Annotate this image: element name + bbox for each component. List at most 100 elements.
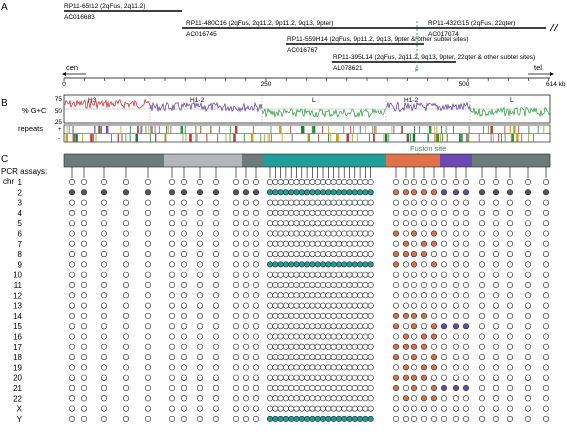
pcr-result	[420, 179, 427, 186]
pcr-result	[367, 323, 374, 330]
clone-5: RP11-395L14 (2qFus, 2q11.2, 9q13, 9pter,…	[332, 54, 535, 72]
repeat-bar	[150, 126, 152, 134]
pcr-result	[288, 261, 295, 268]
pcr-result	[492, 405, 499, 412]
pcr-result	[288, 281, 295, 288]
pcr-result	[319, 271, 326, 278]
pcr-result	[309, 374, 316, 381]
pcr-result	[181, 395, 188, 402]
pcr-result	[410, 292, 417, 299]
pcr-result	[213, 240, 220, 247]
pcr-result	[478, 251, 485, 258]
chromosome-label: 12	[13, 291, 22, 300]
pcr-result	[351, 374, 358, 381]
pcr-result	[69, 281, 76, 288]
pcr-result	[410, 179, 417, 186]
pcr-result	[330, 354, 337, 361]
pcr-result	[282, 209, 289, 216]
pcr-result	[309, 199, 316, 206]
pcr-result	[330, 395, 337, 402]
pcr-result	[542, 281, 549, 288]
pcr-result	[492, 395, 499, 402]
pcr-result	[341, 364, 348, 371]
pcr-result	[181, 384, 188, 391]
pcr-result	[351, 292, 358, 299]
pcr-result	[233, 312, 240, 319]
pcr-result	[478, 312, 485, 319]
pcr-result	[243, 405, 250, 412]
pcr-result	[272, 261, 279, 268]
pcr-result	[367, 364, 374, 371]
chromosome-label: 9	[18, 260, 23, 269]
scale-axis: cen tel 0 250 500 614 kb	[62, 63, 566, 88]
pcr-result	[452, 230, 459, 237]
pcr-result	[145, 333, 152, 340]
repeat-bar	[318, 134, 319, 142]
pcr-result	[325, 364, 332, 371]
pcr-result	[272, 395, 279, 402]
pcr-result	[420, 199, 427, 206]
pcr-result	[293, 209, 300, 216]
pcr-result	[181, 209, 188, 216]
pcr-result	[298, 240, 305, 247]
pcr-result	[357, 374, 364, 381]
pcr-result	[298, 271, 305, 278]
pcr-result	[341, 302, 348, 309]
repeat-bar	[167, 126, 169, 134]
pcr-result	[253, 230, 260, 237]
pcr-result	[430, 251, 437, 258]
pcr-result	[440, 209, 447, 216]
repeat-bar	[440, 134, 441, 142]
pcr-result	[253, 179, 260, 186]
pcr-result	[351, 395, 358, 402]
pcr-result	[314, 240, 321, 247]
pcr-result	[346, 292, 353, 299]
pcr-result	[420, 354, 427, 361]
pcr-result	[392, 312, 399, 319]
pcr-result	[430, 302, 437, 309]
repeat-bar	[151, 126, 152, 134]
pcr-result	[492, 343, 499, 350]
repeat-bar	[149, 134, 151, 142]
pcr-result	[197, 220, 204, 227]
pcr-result	[243, 240, 250, 247]
chr-label: chr	[3, 177, 14, 186]
pcr-result	[462, 312, 469, 319]
pcr-result	[233, 189, 240, 196]
pcr-result	[309, 312, 316, 319]
pcr-result	[253, 395, 260, 402]
pcr-result	[81, 261, 88, 268]
pcr-result	[362, 220, 369, 227]
pcr-result	[335, 405, 342, 412]
pcr-result	[293, 261, 300, 268]
pcr-result	[351, 343, 358, 350]
pcr-result	[420, 281, 427, 288]
clone-5-accession: AL078621	[333, 65, 363, 72]
pcr-result	[304, 364, 311, 371]
pcr-result	[309, 364, 316, 371]
pcr-result	[145, 281, 152, 288]
pcr-result	[319, 179, 326, 186]
pcr-result	[298, 199, 305, 206]
pcr-result	[542, 261, 549, 268]
pcr-result	[288, 292, 295, 299]
pcr-result	[293, 384, 300, 391]
pcr-result	[367, 312, 374, 319]
pcr-result	[298, 302, 305, 309]
pcr-result	[430, 209, 437, 216]
pcr-result	[253, 292, 260, 299]
chromosome-label: 20	[13, 374, 22, 383]
pcr-result	[335, 384, 342, 391]
pcr-result	[309, 220, 316, 227]
pcr-result	[253, 271, 260, 278]
pcr-result	[282, 395, 289, 402]
pcr-result	[266, 374, 273, 381]
pcr-result	[293, 179, 300, 186]
pcr-result	[197, 189, 204, 196]
pcr-result	[506, 384, 513, 391]
repeat-bar	[121, 134, 123, 142]
pcr-result	[197, 281, 204, 288]
pcr-result	[330, 333, 337, 340]
pcr-result	[101, 384, 108, 391]
pcr-result	[367, 384, 374, 391]
